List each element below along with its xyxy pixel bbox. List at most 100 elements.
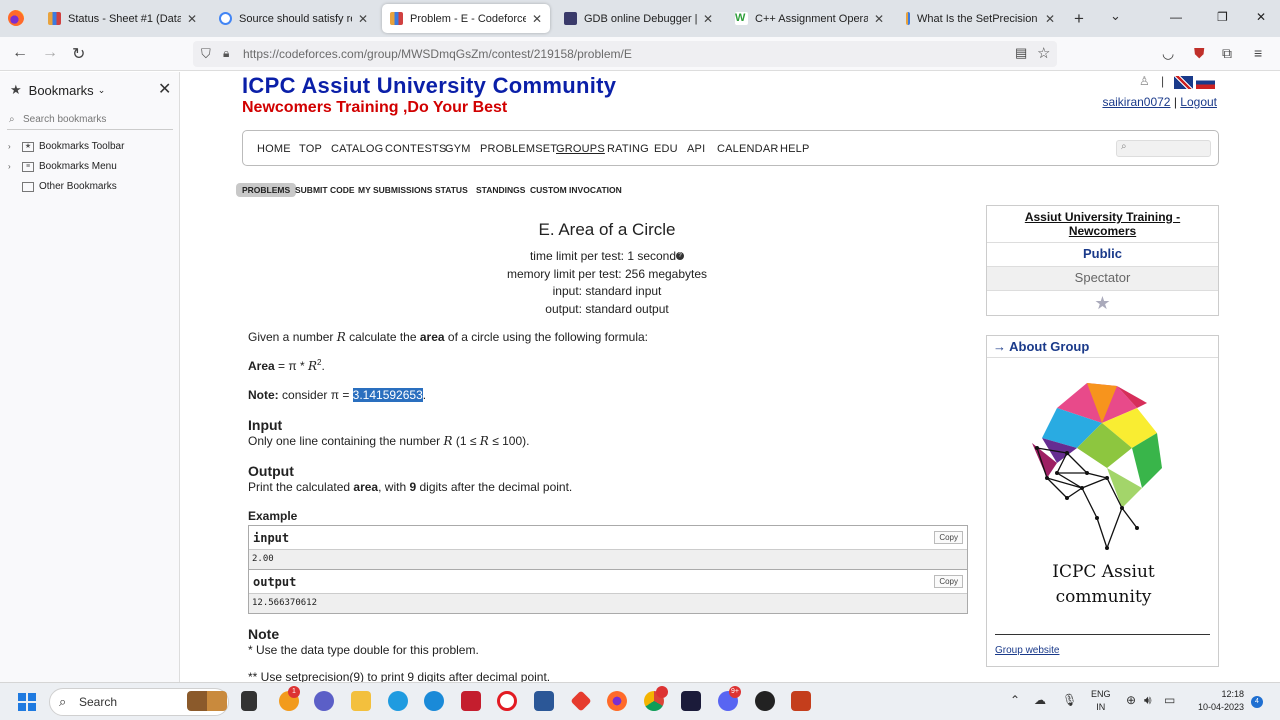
opera-icon[interactable] [497, 691, 517, 711]
windows-start-icon[interactable] [18, 693, 36, 711]
selected-pi-value[interactable]: 3.141592653 [352, 388, 423, 402]
menu-edu[interactable]: EDU [654, 143, 678, 155]
forward-icon[interactable]: → [42, 44, 58, 62]
extensions-puzzle-icon[interactable]: ⧉ [1222, 45, 1232, 62]
bookmark-folder-toolbar[interactable]: › ★ Bookmarks Toolbar [8, 141, 124, 152]
bookmark-folder-menu[interactable]: › ≡ Bookmarks Menu [8, 161, 117, 172]
edge-dev-icon[interactable] [388, 691, 408, 711]
bookmarks-search-input[interactable]: ⌕ Search bookmarks [7, 114, 173, 130]
help-question-icon[interactable]: ? [676, 252, 685, 260]
list-tabs-chevron-icon[interactable]: ⌄ [1110, 8, 1121, 24]
copy-output-button[interactable]: Copy [934, 575, 963, 588]
problem-title: E. Area of a Circle [538, 220, 676, 239]
tab-cpp-assignment[interactable]: W C++ Assignment Operators ✕ [727, 4, 892, 33]
separator: | [1173, 95, 1177, 109]
close-tab-icon[interactable]: ✕ [703, 12, 713, 26]
subnav-standings[interactable]: STANDINGS [470, 183, 531, 197]
wifi-globe-icon[interactable]: ⊕ [1126, 693, 1136, 707]
menu-gym[interactable]: GYM [445, 143, 471, 155]
lock-icon[interactable]: 🔒︎ [223, 46, 229, 61]
close-tab-icon[interactable]: ✕ [358, 12, 368, 26]
subnav-problems[interactable]: PROBLEMS [236, 183, 297, 197]
tab-setprecision[interactable]: What Is the SetPrecision Fu ✕ [898, 4, 1063, 33]
menu-rating[interactable]: RATING [607, 143, 649, 155]
network-status-icon[interactable]: ☁ [1034, 693, 1046, 707]
shield-icon[interactable]: ⛉ [201, 46, 211, 62]
expand-arrow-icon[interactable]: › [8, 162, 22, 171]
menu-calendar[interactable]: CALENDAR [717, 143, 779, 155]
chrome-badge [656, 686, 668, 698]
firefox-taskbar-icon[interactable] [607, 691, 627, 711]
bookmarks-header[interactable]: ★ Bookmarks ⌄ [10, 82, 105, 98]
close-tab-icon[interactable]: ✕ [187, 12, 197, 26]
bookmark-folder-other[interactable]: Other Bookmarks [8, 181, 117, 192]
tab-gdb-debugger[interactable]: GDB online Debugger | Co ✕ [556, 4, 721, 33]
subnav-custom-invocation[interactable]: CUSTOM INVOCATION [524, 183, 628, 197]
reader-view-icon[interactable]: ▤ [1015, 45, 1027, 61]
minimize-icon[interactable]: — [1170, 10, 1182, 24]
menu-groups[interactable]: GROUPS [556, 143, 605, 155]
close-tab-icon[interactable]: ✕ [532, 12, 542, 26]
microphone-icon[interactable]: 🎙︎ [1062, 693, 1077, 707]
menu-help[interactable]: HELP [780, 143, 810, 155]
copy-input-button[interactable]: Copy [934, 531, 963, 544]
input-language[interactable]: ENG IN [1091, 688, 1111, 714]
expand-arrow-icon[interactable]: › [8, 142, 22, 151]
obs-icon[interactable] [755, 691, 775, 711]
pocket-icon[interactable]: ◡ [1162, 45, 1174, 62]
menu-api[interactable]: API [687, 143, 705, 155]
notification-count-badge[interactable]: 4 [1251, 696, 1263, 708]
subnav-status[interactable]: STATUS [429, 183, 474, 197]
subnav-submit-code[interactable]: SUBMIT CODE [289, 183, 361, 197]
logout-link[interactable]: Logout [1180, 95, 1217, 109]
edge-icon[interactable] [424, 691, 444, 711]
show-hidden-icons-chevron-icon[interactable]: ⌃ [1010, 693, 1020, 707]
store-icon[interactable] [534, 691, 554, 711]
contest-title-link[interactable]: Assiut University Training - Newcomers [987, 206, 1218, 243]
extension-shield-icon[interactable]: ⛊ [1194, 45, 1205, 62]
menu-home[interactable]: HOME [257, 143, 291, 155]
battery-icon[interactable]: ▭ [1164, 693, 1175, 707]
teams-chat-icon[interactable] [314, 691, 334, 711]
codeblocks-icon[interactable] [681, 691, 701, 711]
menu-top[interactable]: TOP [299, 143, 322, 155]
close-sidebar-icon[interactable]: ✕ [158, 79, 171, 99]
system-clock[interactable]: 12:18 10-04-2023 [1190, 688, 1244, 714]
group-website-link[interactable]: Group website [995, 645, 1059, 656]
address-bar[interactable]: ⛉ 🔒︎ https://codeforces.com/group/MWSDmq… [193, 41, 1057, 67]
favorite-star-icon[interactable]: ★ [987, 291, 1218, 315]
close-tab-icon[interactable]: ✕ [874, 12, 884, 26]
menu-hamburger-icon[interactable]: ≡ [1254, 45, 1262, 61]
volume-icon[interactable]: 🔊︎ [1144, 693, 1152, 708]
close-window-icon[interactable]: ✕ [1256, 10, 1266, 24]
powerpoint-icon[interactable] [791, 691, 811, 711]
tab-status-sheet[interactable]: Status - Sheet #1 (Data type ✕ [40, 4, 205, 33]
tab-problem-codeforces[interactable]: Problem - E - Codeforces ✕ [382, 4, 550, 33]
menu-contests[interactable]: CONTESTS [385, 143, 447, 155]
search-highlight-icon[interactable] [187, 691, 227, 711]
file-explorer-icon[interactable] [351, 691, 371, 711]
reload-icon[interactable]: ↻ [72, 44, 85, 64]
new-tab-icon[interactable]: + [1074, 9, 1084, 29]
site-title[interactable]: ICPC Assiut University Community [242, 73, 616, 99]
close-tab-icon[interactable]: ✕ [1045, 12, 1055, 26]
bookmark-star-icon[interactable]: ☆ [1037, 44, 1050, 62]
tab-source-regex[interactable]: Source should satisfy regex ✕ [211, 4, 376, 33]
menu-problemset[interactable]: PROBLEMSET [480, 143, 557, 155]
example-input-value[interactable]: 2.00 [249, 550, 967, 569]
mcafee-icon[interactable] [461, 691, 481, 711]
subnav-my-submissions[interactable]: MY SUBMISSIONS [352, 183, 438, 197]
task-view-icon[interactable] [241, 691, 257, 711]
russian-flag-icon[interactable] [1196, 76, 1215, 89]
username-link[interactable]: saikiran0072 [1102, 95, 1170, 109]
menu-catalog[interactable]: CATALOG [331, 143, 383, 155]
firefox-icon[interactable] [8, 10, 24, 26]
site-subtitle: Newcomers Training ,Do Your Best [242, 99, 508, 116]
anydesk-icon[interactable] [570, 690, 592, 712]
url-text[interactable]: https://codeforces.com/group/MWSDmqGsZm/… [243, 47, 632, 61]
back-icon[interactable]: ← [12, 44, 28, 62]
example-output-value[interactable]: 12.566370612 [249, 594, 967, 613]
site-search-input[interactable]: ⌕ [1116, 140, 1211, 157]
english-flag-icon[interactable] [1174, 76, 1193, 89]
restore-icon[interactable]: ❐ [1217, 10, 1228, 24]
